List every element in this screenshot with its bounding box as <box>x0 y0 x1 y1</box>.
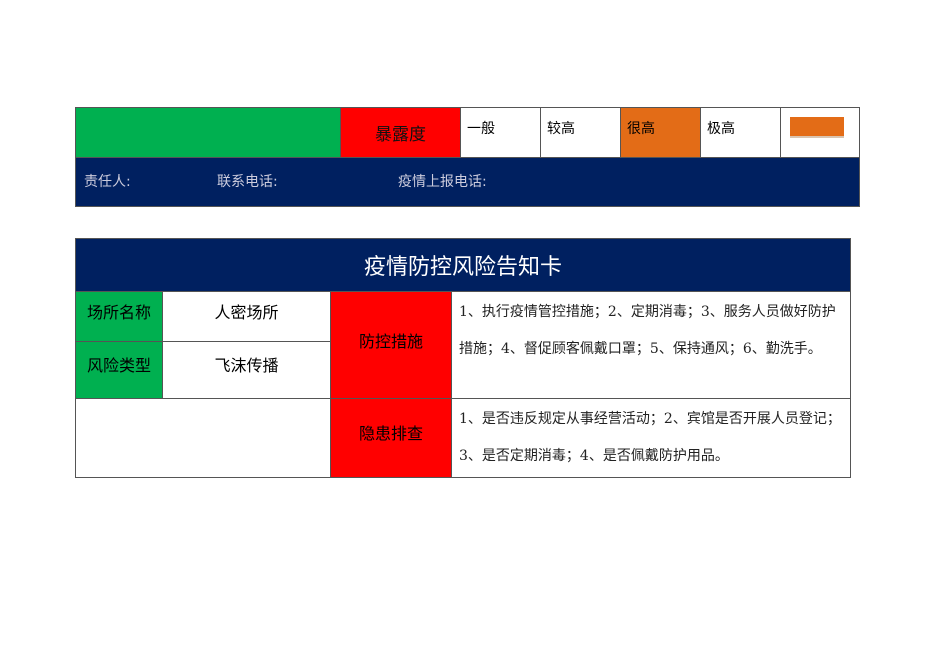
level-general: 一般 <box>460 107 541 158</box>
risk-color-green <box>75 107 341 158</box>
measures-text: 1、执行疫情管控措施；2、定期消毒；3、服务人员做好防护措施；4、督促顾客佩戴口… <box>451 291 851 399</box>
level-extreme: 极高 <box>700 107 781 158</box>
measures-label: 防控措施 <box>330 291 452 399</box>
contact-bar: 责任人: 联系电话: 疫情上报电话: <box>75 157 860 207</box>
risk-type-label: 风险类型 <box>75 341 163 399</box>
report-phone-label: 疫情上报电话: <box>398 174 487 190</box>
card-title: 疫情防控风险告知卡 <box>75 238 851 292</box>
level-very-high: 很高 <box>620 107 701 158</box>
hazard-check-text: 1、是否违反规定从事经营活动；2、宾馆是否开展人员登记；3、是否定期消毒；4、是… <box>451 398 851 478</box>
hazard-check-label: 隐患排查 <box>330 398 452 478</box>
risk-type-value: 飞沫传播 <box>162 341 331 399</box>
responsible-label: 责任人: <box>84 174 131 190</box>
current-level-swatch <box>790 117 844 136</box>
place-label: 场所名称 <box>75 291 163 342</box>
empty-cell <box>75 398 331 478</box>
current-level-cell <box>780 107 860 158</box>
contact-phone-label: 联系电话: <box>217 174 278 190</box>
place-value: 人密场所 <box>162 291 331 342</box>
exposure-label: 暴露度 <box>340 107 461 158</box>
level-high: 较高 <box>540 107 621 158</box>
